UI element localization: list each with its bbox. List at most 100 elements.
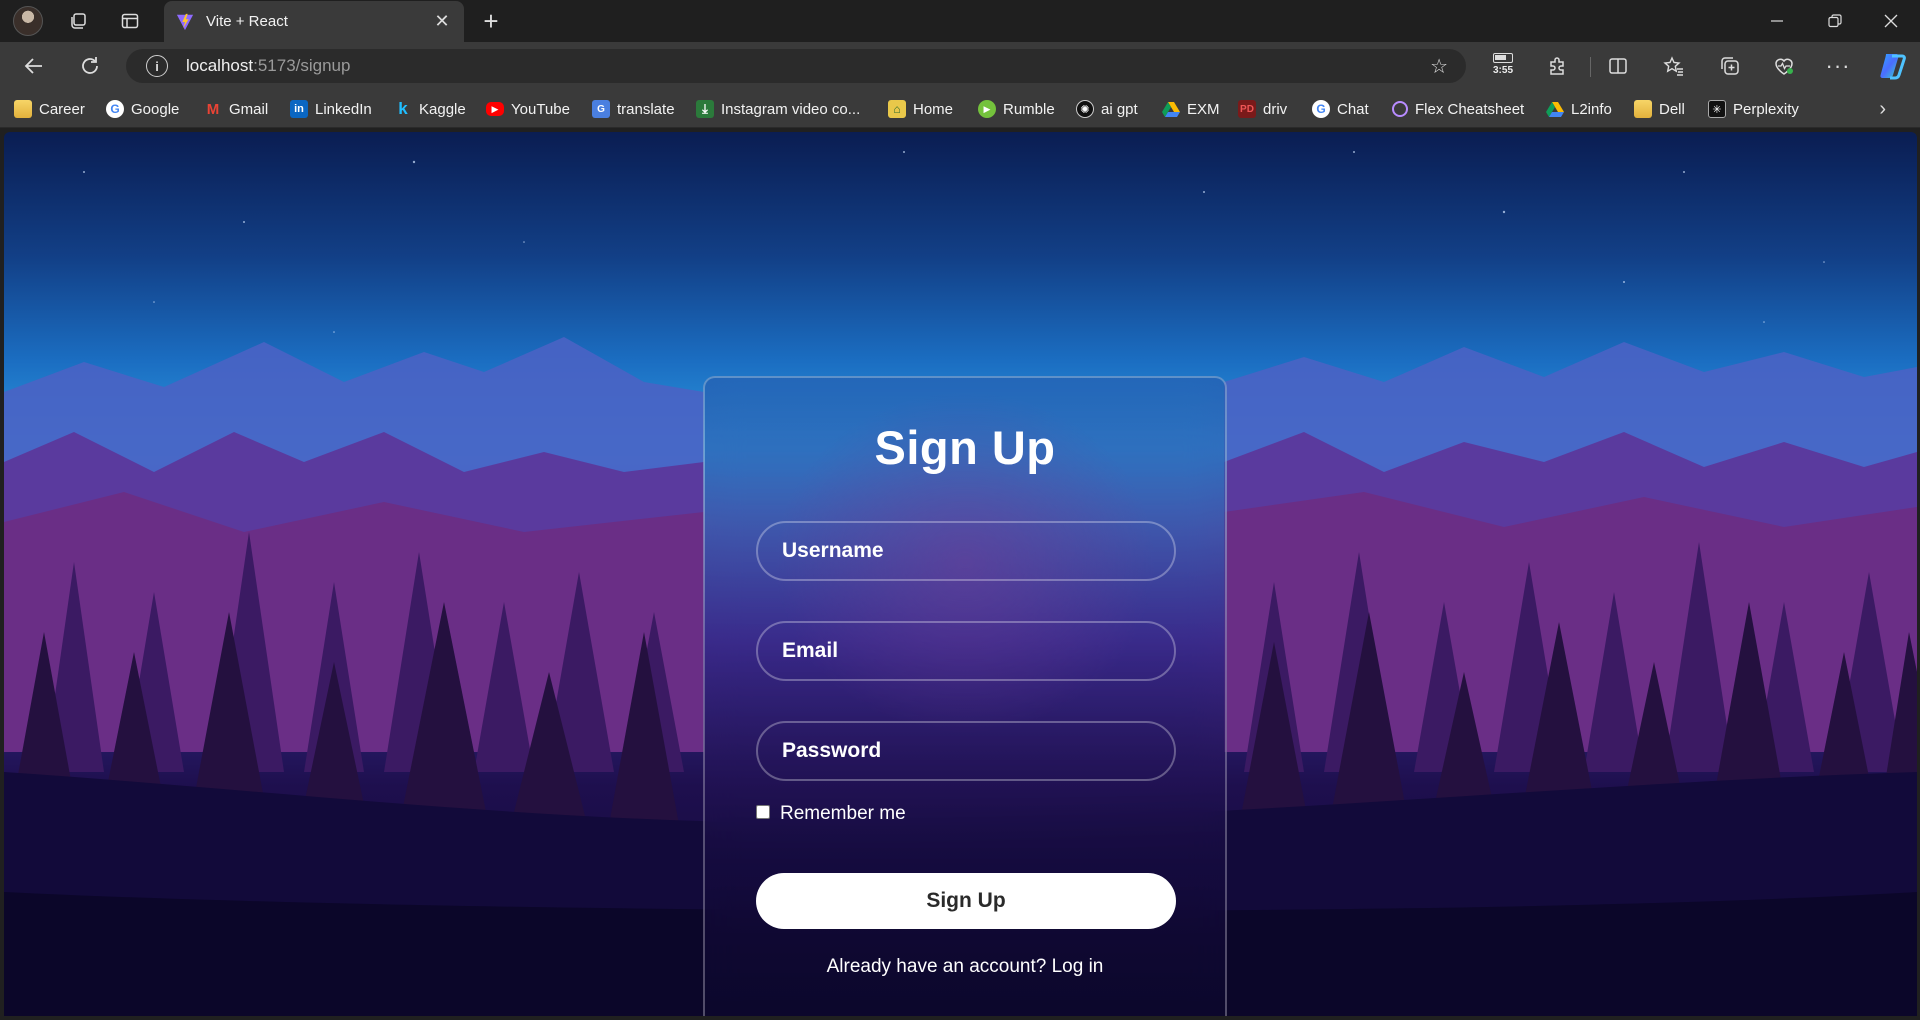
reload-button[interactable]	[72, 49, 108, 83]
browser-essentials-button[interactable]	[1766, 50, 1802, 82]
kaggle-icon: k	[398, 99, 408, 118]
bookmark-label: Google	[131, 100, 180, 118]
bookmark-chat[interactable]: G Chat	[1312, 98, 1369, 120]
signup-title: Sign Up	[874, 421, 1056, 474]
tab-actions-button[interactable]	[108, 5, 152, 37]
vertical-tabs-icon	[121, 13, 139, 29]
perplexity-icon: ✳	[1708, 100, 1726, 118]
signup-button[interactable]: Sign Up	[756, 873, 1176, 929]
openai-icon: ✺	[1076, 100, 1094, 118]
google-drive-icon	[1162, 100, 1180, 118]
bookmark-ai-gpt[interactable]: ✺ ai gpt	[1076, 98, 1138, 120]
heart-pulse-icon	[1775, 58, 1793, 75]
bookmark-label: ai gpt	[1101, 100, 1138, 118]
close-icon	[1884, 14, 1898, 28]
url-path: :5173/signup	[253, 56, 351, 75]
bookmark-label: translate	[617, 100, 675, 118]
bookmark-instagram-video[interactable]: ⤓ Instagram video co...	[696, 98, 860, 120]
login-link-container: Already have an account? Log in	[705, 956, 1225, 978]
bookmark-home[interactable]: ⌂ Home	[888, 98, 953, 120]
favorites-button[interactable]	[1656, 50, 1692, 82]
bookmark-l2info[interactable]: L2info	[1546, 98, 1612, 120]
bookmark-career[interactable]: Career	[14, 98, 85, 120]
rumble-icon: ▶	[978, 100, 996, 118]
split-screen-icon	[1609, 58, 1627, 74]
bookmark-linkedin[interactable]: in LinkedIn	[290, 98, 372, 120]
bookmark-label: EXM	[1187, 100, 1220, 118]
bookmark-label: driv	[1263, 100, 1288, 118]
bookmark-label: Flex Cheatsheet	[1415, 100, 1525, 118]
login-link[interactable]: Already have an account? Log in	[827, 956, 1104, 977]
google-icon: G	[1312, 100, 1330, 118]
reload-icon	[82, 57, 98, 74]
split-screen-button[interactable]	[1600, 50, 1636, 82]
puzzle-icon	[1550, 57, 1564, 75]
toolbar-divider	[1590, 57, 1591, 77]
bookmark-perplexity[interactable]: ✳ Perplexity	[1708, 98, 1799, 120]
bookmark-label: Perplexity	[1733, 100, 1799, 118]
bookmark-exm[interactable]: EXM	[1162, 98, 1220, 120]
restore-button[interactable]	[1806, 0, 1864, 42]
battery-icon	[1493, 53, 1513, 63]
bookmark-label: Gmail	[229, 100, 269, 118]
bookmark-driv[interactable]: PD driv	[1238, 98, 1287, 120]
bookmark-label: LinkedIn	[315, 100, 372, 118]
username-input[interactable]	[756, 521, 1176, 581]
favorites-icon	[1663, 56, 1683, 76]
bookmark-label: Career	[39, 100, 85, 118]
close-window-button[interactable]	[1862, 0, 1920, 42]
back-arrow-icon	[24, 58, 42, 74]
bookmark-translate[interactable]: Gtranslate	[592, 98, 675, 120]
workspaces-button[interactable]	[56, 5, 100, 37]
extensions-button[interactable]	[1540, 50, 1576, 82]
favorite-star-icon[interactable]: ☆	[1430, 54, 1448, 79]
tab-close-icon[interactable]: ✕	[432, 11, 452, 32]
bookmark-kaggle[interactable]: k Kaggle	[394, 98, 465, 120]
folder-icon	[1634, 100, 1652, 118]
bookmark-label: YouTube	[511, 100, 570, 118]
gmail-icon: M	[206, 100, 220, 118]
title-bar: Vite + React ✕ +	[0, 0, 1920, 42]
tab-title: Vite + React	[206, 13, 288, 30]
bookmark-dell[interactable]: Dell	[1634, 98, 1685, 120]
minimize-button[interactable]	[1748, 0, 1806, 42]
collections-icon	[1721, 57, 1739, 75]
chevron-right-icon[interactable]: ›	[1879, 98, 1886, 121]
vite-icon	[176, 13, 194, 30]
folder-icon	[14, 100, 32, 118]
bookmark-rumble[interactable]: ▶ Rumble	[978, 98, 1055, 120]
instagram-downloader-icon: ⤓	[696, 100, 714, 118]
remember-me-label: Remember me	[780, 803, 906, 824]
youtube-icon: ▶	[486, 102, 504, 116]
remember-me-checkbox[interactable]	[756, 805, 770, 819]
back-button[interactable]	[16, 49, 52, 83]
minimize-icon	[1771, 20, 1783, 22]
copilot-icon[interactable]	[1876, 50, 1908, 82]
bookmark-flex-cheatsheet[interactable]: Flex Cheatsheet	[1392, 98, 1524, 120]
collections-button[interactable]	[1712, 50, 1748, 82]
profile-button[interactable]	[6, 5, 50, 37]
battery-indicator[interactable]: 3:55	[1488, 50, 1518, 82]
bookmark-google[interactable]: G Google	[106, 98, 179, 120]
address-bar[interactable]: i localhost:5173/signup ☆	[126, 49, 1466, 83]
email-input[interactable]	[756, 621, 1176, 681]
remember-me: Remember me	[756, 803, 906, 825]
bookmark-label: L2info	[1571, 100, 1612, 118]
url-host: localhost	[186, 56, 254, 75]
more-dots-icon: ···	[1825, 53, 1851, 78]
ring-icon	[1392, 101, 1408, 117]
bookmark-gmail[interactable]: M Gmail	[204, 98, 268, 120]
site-info-icon[interactable]: i	[146, 55, 168, 77]
driv-icon: PD	[1238, 100, 1256, 118]
bookmark-youtube[interactable]: ▶ YouTube	[486, 98, 570, 120]
google-drive-icon	[1546, 100, 1564, 118]
password-input[interactable]	[756, 721, 1176, 781]
more-menu-button[interactable]: ···	[1820, 50, 1856, 82]
bookmark-label: Rumble	[1003, 100, 1055, 118]
bookmark-label: Dell	[1659, 100, 1685, 118]
url-text[interactable]: localhost:5173/signup	[186, 56, 350, 76]
avatar	[13, 6, 43, 36]
bookmark-label: Home	[913, 100, 954, 118]
tab-active[interactable]: Vite + React ✕	[164, 1, 464, 42]
new-tab-button[interactable]: +	[474, 6, 508, 36]
